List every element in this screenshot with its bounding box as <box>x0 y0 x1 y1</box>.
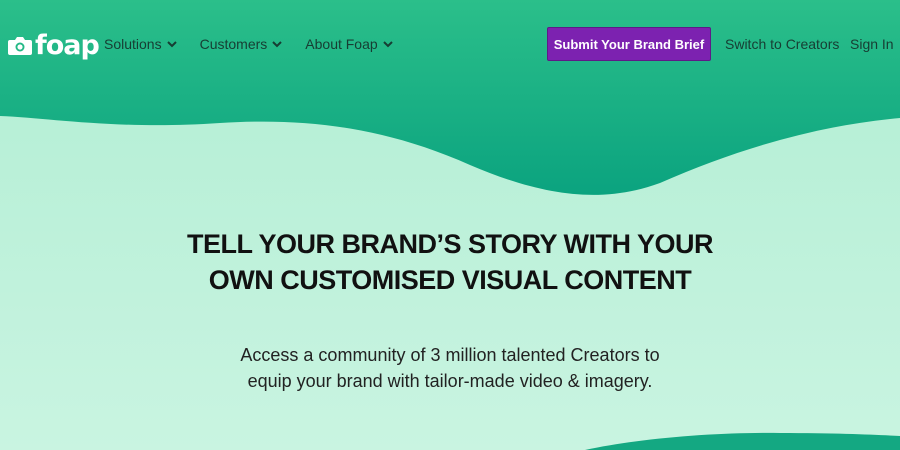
submit-brand-brief-button[interactable]: Submit Your Brand Brief <box>547 27 711 61</box>
nav-solutions-label: Solutions <box>104 36 162 52</box>
sign-in-link[interactable]: Sign In <box>850 36 894 52</box>
foap-logo[interactable]: foap <box>7 28 100 62</box>
nav-about-label: About Foap <box>305 36 378 52</box>
nav-customers[interactable]: Customers <box>200 36 283 52</box>
main-nav: Solutions Customers About Foap <box>104 36 393 52</box>
nav-customers-label: Customers <box>199 36 268 52</box>
hero-title-line-2: OWN CUSTOMISED VISUAL CONTENT <box>208 265 692 295</box>
hero-subtitle: Access a community of 3 million talented… <box>0 342 900 394</box>
hero-subtitle-line-2: equip your brand with tailor-made video … <box>247 371 653 391</box>
chevron-down-icon <box>382 40 393 47</box>
camera-icon <box>8 37 32 55</box>
hero-title-line-1: TELL YOUR BRAND’S STORY WITH YOUR <box>186 229 714 259</box>
switch-to-creators-link[interactable]: Switch to Creators <box>725 36 839 52</box>
hero-title: TELL YOUR BRAND’S STORY WITH YOUR OWN CU… <box>0 226 900 298</box>
nav-solutions[interactable]: Solutions <box>104 36 177 52</box>
nav-about[interactable]: About Foap <box>305 36 393 52</box>
chevron-down-icon <box>272 40 282 47</box>
chevron-down-icon <box>166 40 177 47</box>
logo-text: foap <box>35 29 100 61</box>
site-header: foap Solutions Customers About Foap Subm… <box>0 0 900 90</box>
hero-subtitle-line-1: Access a community of 3 million talented… <box>240 345 660 365</box>
